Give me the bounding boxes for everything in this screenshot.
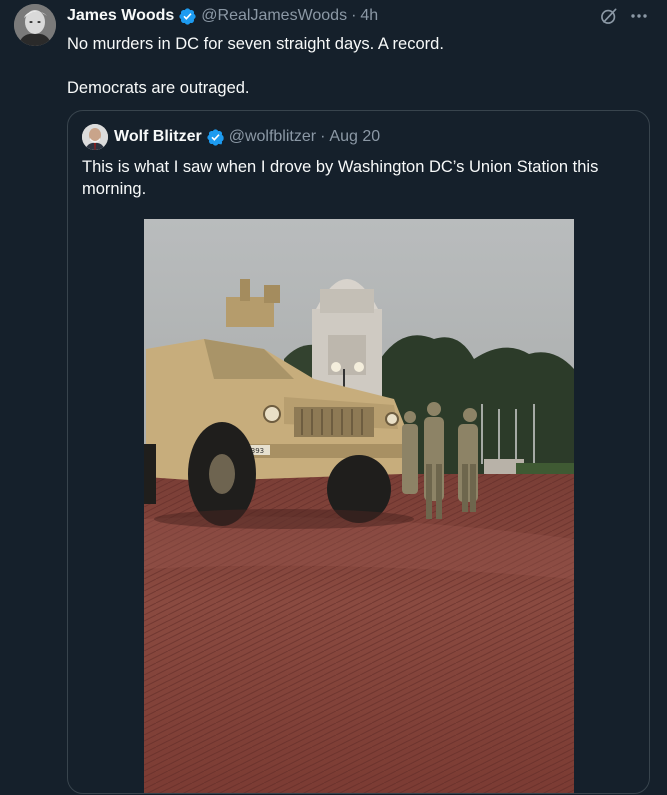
- tweet-text-line: No murders in DC for seven straight days…: [67, 35, 444, 53]
- separator-dot: ·: [320, 128, 326, 145]
- quoted-author-name[interactable]: Wolf Blitzer: [114, 128, 202, 146]
- verified-badge-icon: [179, 7, 196, 25]
- tweet-actions: [599, 6, 649, 26]
- tweet[interactable]: James Woods @RealJamesWoods · 4h No murd…: [0, 0, 667, 795]
- author-avatar-image: [14, 4, 56, 46]
- quoted-tweet-text: This is what I saw when I drove by Washi…: [82, 158, 599, 198]
- quoted-author-avatar[interactable]: [82, 124, 108, 150]
- quoted-tweet[interactable]: Wolf Blitzer @wolfblitzer · Aug 20 This …: [67, 110, 650, 794]
- more-options-icon[interactable]: [629, 6, 649, 26]
- tweet-header: James Woods @RealJamesWoods · 4h: [67, 5, 378, 27]
- tweet-text: No murders in DC for seven straight days…: [67, 33, 647, 99]
- author-avatar[interactable]: [14, 4, 56, 46]
- grok-icon[interactable]: [599, 6, 619, 26]
- photo-military-vehicle-union-station: 37393: [144, 219, 574, 793]
- separator-dot: ·: [351, 7, 357, 24]
- verified-badge-icon: [207, 128, 224, 146]
- author-handle[interactable]: @RealJamesWoods: [201, 7, 347, 25]
- author-name[interactable]: James Woods: [67, 7, 174, 25]
- quoted-tweet-photo[interactable]: 37393: [144, 219, 574, 793]
- quoted-author-avatar-image: [82, 124, 108, 150]
- quoted-author-handle[interactable]: @wolfblitzer: [229, 128, 316, 146]
- quoted-tweet-timestamp[interactable]: Aug 20: [329, 128, 380, 146]
- tweet-timestamp[interactable]: 4h: [360, 7, 378, 25]
- quoted-tweet-header: Wolf Blitzer @wolfblitzer · Aug 20: [82, 124, 380, 150]
- tweet-text-line: Democrats are outraged.: [67, 79, 250, 97]
